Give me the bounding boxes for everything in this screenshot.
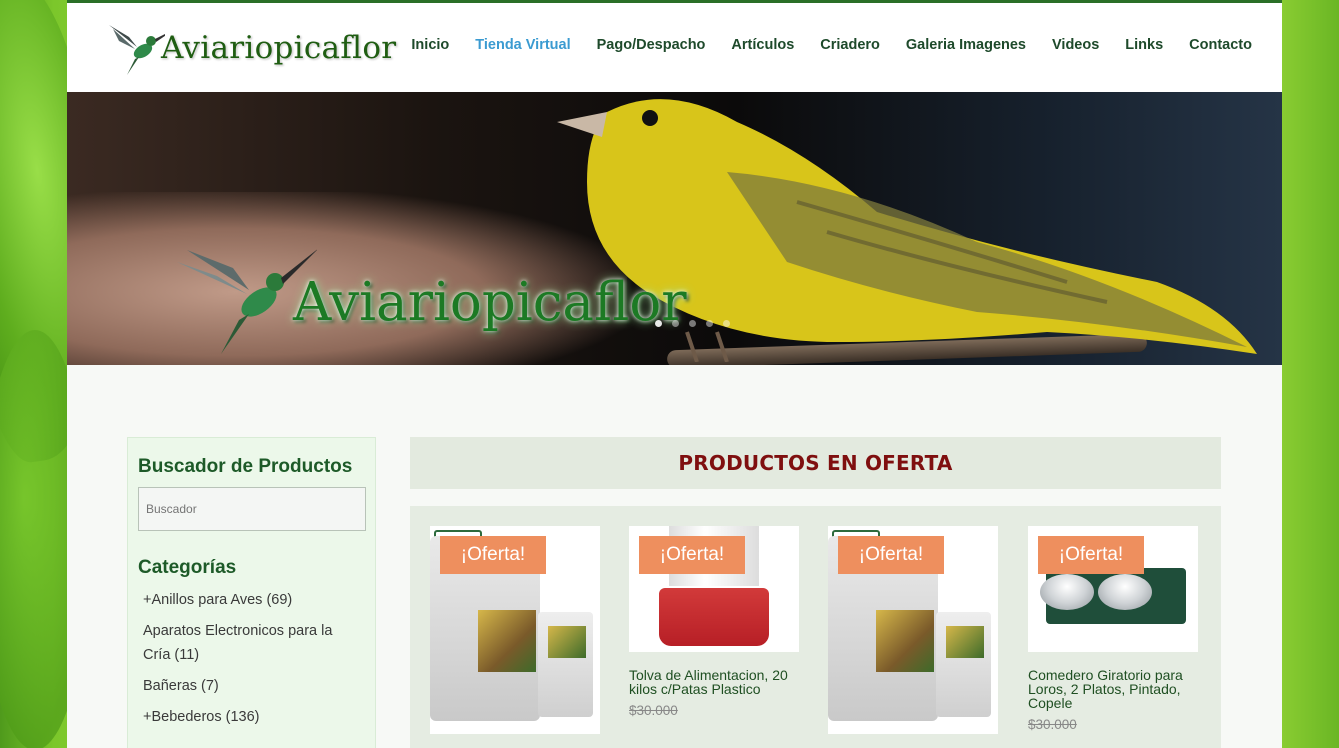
nav-item-galeria-imagenes[interactable]: Galeria Imagenes (906, 37, 1026, 53)
bowl-image (1040, 574, 1094, 610)
category-item[interactable]: Aparatos Electronicos para la Cría (11) (138, 619, 353, 667)
product-card[interactable]: ¡Oferta! Comedero Giratorio para Loros, … (1028, 526, 1198, 732)
hero-slider[interactable]: Aviariopicaflor (67, 92, 1282, 365)
product-old-price: $30.000 (1028, 717, 1077, 732)
product-image[interactable]: ¡Oferta! (828, 526, 998, 734)
nav-item-pago-despacho[interactable]: Pago/Despacho (597, 37, 706, 53)
nav-item-criadero[interactable]: Criadero (820, 37, 880, 53)
slider-dots (655, 320, 740, 327)
product-name[interactable]: Comedero Giratorio para Loros, 2 Platos,… (1028, 668, 1198, 710)
slider-dot[interactable] (689, 320, 696, 327)
nav-item-tienda-virtual[interactable]: Tienda Virtual (475, 37, 570, 53)
category-item[interactable]: +Bebederos (136) (138, 705, 353, 729)
main-content: Buscador de Productos Categorías +Anillo… (67, 365, 1282, 748)
nav-item-contacto[interactable]: Contacto (1189, 37, 1252, 53)
category-item[interactable]: +Anillos para Aves (69) (138, 588, 353, 612)
bowl-image (1098, 574, 1152, 610)
main-nav: Inicio Tienda Virtual Pago/Despacho Artí… (385, 37, 1252, 53)
category-item[interactable]: Bañeras (7) (138, 674, 353, 698)
slider-dot[interactable] (655, 320, 662, 327)
nav-item-links[interactable]: Links (1125, 37, 1163, 53)
sale-badge: ¡Oferta! (1038, 536, 1144, 574)
offers-section: PRODUCTOS EN OFERTA ¡Oferta! ¡Oferta! To… (410, 437, 1221, 748)
product-card[interactable]: ¡Oferta! (828, 526, 998, 734)
search-title: Buscador de Productos (138, 456, 353, 477)
product-image[interactable]: ¡Oferta! (430, 526, 600, 734)
product-image[interactable]: ¡Oferta! (1028, 526, 1198, 652)
sidebar: Buscador de Productos Categorías +Anillo… (127, 437, 376, 748)
seed-bag-small-image (936, 612, 991, 717)
sale-badge: ¡Oferta! (838, 536, 944, 574)
feeder-base-image (659, 588, 769, 646)
hummingbird-icon (109, 25, 165, 75)
seed-bag-small-image (538, 612, 593, 717)
page: Aviariopicaflor Inicio Tienda Virtual Pa… (67, 0, 1282, 748)
slider-dot[interactable] (723, 320, 730, 327)
product-grid: ¡Oferta! ¡Oferta! Tolva de Alimentacion,… (410, 506, 1221, 748)
product-card[interactable]: ¡Oferta! (430, 526, 600, 734)
product-old-price: $30.000 (629, 703, 678, 718)
product-image[interactable]: ¡Oferta! (629, 526, 799, 652)
site-logo-text: Aviariopicaflor (161, 30, 397, 66)
nav-item-articulos[interactable]: Artículos (731, 37, 794, 53)
search-input[interactable] (138, 487, 366, 531)
sale-badge: ¡Oferta! (639, 536, 745, 574)
hero-title: Aviariopicaflor (293, 272, 687, 333)
offers-title: PRODUCTOS EN OFERTA (410, 437, 1221, 489)
nav-item-videos[interactable]: Videos (1052, 37, 1099, 53)
nav-item-inicio[interactable]: Inicio (411, 37, 449, 53)
product-card[interactable]: ¡Oferta! Tolva de Alimentacion, 20 kilos… (629, 526, 799, 718)
product-name[interactable]: Tolva de Alimentacion, 20 kilos c/Patas … (629, 668, 799, 696)
site-header: Aviariopicaflor Inicio Tienda Virtual Pa… (67, 3, 1282, 92)
category-list: +Anillos para Aves (69) Aparatos Electro… (138, 588, 365, 729)
slider-dot[interactable] (672, 320, 679, 327)
site-logo[interactable]: Aviariopicaflor (105, 19, 396, 77)
categories-title: Categorías (138, 557, 237, 578)
slider-dot[interactable] (706, 320, 713, 327)
sale-badge: ¡Oferta! (440, 536, 546, 574)
